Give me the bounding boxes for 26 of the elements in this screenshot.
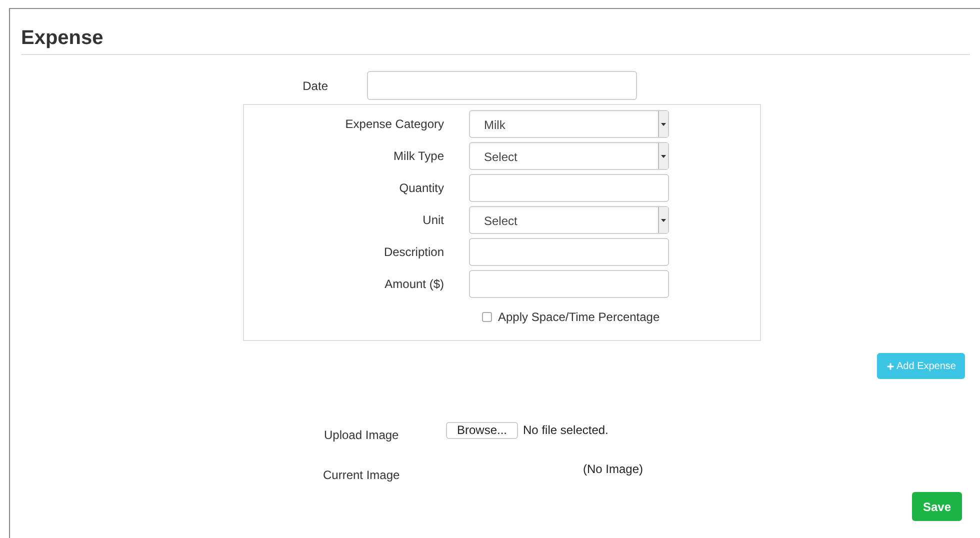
select-field[interactable]: Select xyxy=(469,142,669,170)
caret-icon xyxy=(661,154,666,158)
input-field[interactable] xyxy=(469,174,669,202)
field-label: Unit xyxy=(422,212,444,229)
input-field[interactable] xyxy=(469,270,669,298)
checkbox-label: Apply Space/Time Percentage xyxy=(498,309,660,326)
select-field[interactable]: Milk xyxy=(469,110,669,138)
field-label: Quantity xyxy=(398,180,444,197)
plus-icon xyxy=(886,362,894,370)
input-field[interactable] xyxy=(469,238,669,266)
file-status: No file selected. xyxy=(523,422,608,439)
page-title: Expense xyxy=(21,26,104,51)
date-field[interactable] xyxy=(367,71,637,100)
field-label: Expense Category xyxy=(344,116,444,133)
field-label: Date xyxy=(302,78,328,94)
field-label: Amount ($) xyxy=(384,276,444,293)
select-field[interactable]: Select xyxy=(469,206,669,234)
caret-icon xyxy=(661,218,666,222)
field-label: Description xyxy=(382,244,444,261)
field-label: Upload Image xyxy=(324,427,400,444)
image-status: (No Image) xyxy=(583,461,644,478)
browse-button[interactable]: Browse... xyxy=(446,422,518,438)
field-label: Milk Type xyxy=(392,148,444,165)
field-label: Current Image xyxy=(323,467,401,484)
caret-icon xyxy=(661,122,666,126)
checkbox[interactable] xyxy=(482,312,492,322)
